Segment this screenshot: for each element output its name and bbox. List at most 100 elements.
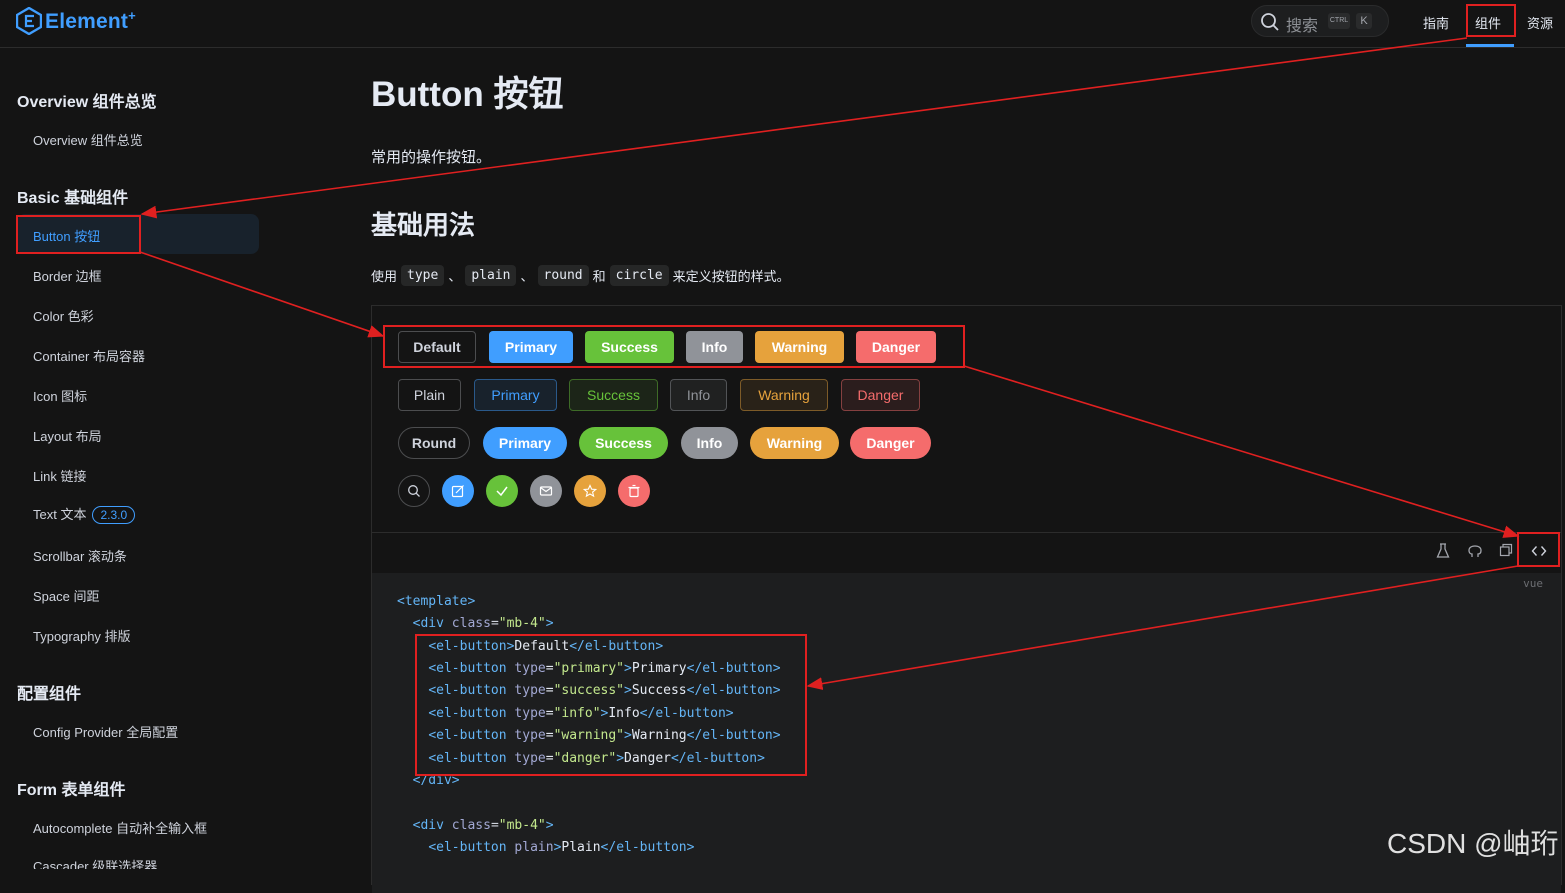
code-viewer: vue <template> <div class="mb-4"> <el-bu… [372, 573, 1561, 893]
usage-prefix: 使用 [371, 269, 398, 284]
usage-sep: 、 [448, 269, 462, 284]
sidebar-item-autocomplete[interactable]: Autocomplete 自动补全输入框 [33, 818, 207, 837]
github-icon[interactable] [1467, 543, 1483, 564]
code-line: </div> [412, 773, 460, 788]
kbd-k: K [1356, 13, 1372, 29]
sidebar-item-button[interactable]: Button 按钮 [33, 226, 100, 245]
round-warning-button[interactable]: Warning [750, 427, 839, 459]
search-placeholder: 搜索 [1286, 18, 1319, 35]
round-button[interactable]: Round [398, 427, 470, 459]
warning-button[interactable]: Warning [755, 331, 844, 363]
plain-primary-button[interactable]: Primary [474, 379, 557, 411]
code-line: <el-button type="danger">Danger</el-butt… [428, 751, 765, 766]
usage-sep: 、 [520, 269, 534, 284]
sidebar-item-cascader[interactable]: Cascader 级联选择器 [33, 856, 157, 869]
sidebar-item-text-label: Text 文本 [33, 507, 87, 522]
plain-success-button[interactable]: Success [569, 379, 658, 411]
csdn-watermark: CSDN @岫珩 [1387, 828, 1559, 859]
circle-star-button[interactable] [574, 475, 606, 507]
page-title: Button 按钮 [371, 75, 564, 114]
sidebar-item-typography[interactable]: Typography 排版 [33, 626, 131, 645]
demo-block: Default Primary Success Info Warning Dan… [371, 305, 1562, 893]
usage-suffix: 来定义按钮的样式。 [672, 269, 790, 284]
section-title: 基础用法 [371, 210, 476, 240]
demo-toolbar [372, 532, 1561, 572]
code-line: <el-button type="warning">Warning</el-bu… [428, 728, 781, 743]
circle-delete-button[interactable] [618, 475, 650, 507]
star-icon [583, 484, 597, 498]
annotation-arrow [140, 37, 1468, 219]
code-line: <el-button type="info">Info</el-button> [428, 706, 734, 721]
sidebar-item-container[interactable]: Container 布局容器 [33, 346, 145, 365]
check-icon [496, 486, 508, 497]
round-primary-button[interactable]: Primary [483, 427, 567, 459]
nav-guide[interactable]: 指南 [1423, 13, 1449, 32]
sidebar-item-text[interactable]: Text 文本 2.3.0 [33, 504, 136, 524]
view-source-icon[interactable] [1531, 543, 1547, 564]
sidebar: Overview 组件总览 Overview 组件总览 Basic 基础组件 B… [0, 48, 270, 869]
code-language-label: vue [1523, 577, 1543, 590]
nav-active-indicator [1466, 44, 1514, 47]
search-icon [408, 485, 420, 497]
version-badge: 2.3.0 [92, 506, 136, 524]
plain-button[interactable]: Plain [398, 379, 461, 411]
info-button[interactable]: Info [686, 331, 743, 363]
sidebar-item-border[interactable]: Border 边框 [33, 266, 102, 285]
kbd-ctrl: CTRL [1328, 13, 1350, 29]
sidebar-group-form: Form 表单组件 [17, 782, 126, 799]
search-box[interactable]: 搜索 CTRL K [1251, 5, 1389, 37]
circle-edit-button[interactable] [442, 475, 474, 507]
page-description: 常用的操作按钮。 [371, 149, 492, 166]
code-line: <el-button>Default</el-button> [428, 639, 664, 654]
primary-button[interactable]: Primary [489, 331, 573, 363]
code-round: round [537, 265, 589, 286]
sidebar-item-link[interactable]: Link 链接 [33, 466, 86, 485]
code-line: <el-button type="success">Success</el-bu… [428, 683, 781, 698]
nav-component[interactable]: 组件 [1475, 13, 1501, 32]
code-line: <div class="mb-4"> [412, 616, 554, 631]
sidebar-item-config-provider[interactable]: Config Provider 全局配置 [33, 722, 178, 741]
sidebar-item-color[interactable]: Color 色彩 [33, 306, 94, 325]
search-icon [1261, 13, 1279, 31]
circle-search-button[interactable] [398, 475, 430, 507]
round-danger-button[interactable]: Danger [850, 427, 931, 459]
sidebar-item-icon[interactable]: Icon 图标 [33, 386, 87, 405]
sidebar-group-overview: Overview 组件总览 [17, 94, 157, 111]
sidebar-group-basic: Basic 基础组件 [17, 190, 129, 207]
top-header: Element+ 搜索 CTRL K 指南 组件 资源 [0, 0, 1565, 48]
code-type: type [401, 265, 445, 286]
copy-icon[interactable] [1499, 543, 1513, 562]
code-line: <div class="mb-4"> [412, 818, 554, 833]
usage-text: 使用 type 、 plain 、 round 和 circle 来定义按钮的样… [371, 265, 790, 286]
demo-preview: Default Primary Success Info Warning Dan… [372, 306, 1561, 533]
playground-icon[interactable] [1436, 543, 1450, 564]
delete-icon [628, 484, 640, 498]
sidebar-item-space[interactable]: Space 间距 [33, 586, 99, 605]
sidebar-item-layout[interactable]: Layout 布局 [33, 426, 102, 445]
sidebar-item-overview[interactable]: Overview 组件总览 [33, 130, 143, 149]
code-circle: circle [609, 265, 669, 286]
code-line: <el-button type="primary">Primary</el-bu… [428, 661, 781, 676]
usage-and: 和 [592, 269, 606, 284]
sidebar-group-config: 配置组件 [17, 686, 82, 703]
message-icon [539, 486, 553, 496]
round-success-button[interactable]: Success [579, 427, 668, 459]
circle-message-button[interactable] [530, 475, 562, 507]
round-info-button[interactable]: Info [681, 427, 738, 459]
success-button[interactable]: Success [585, 331, 674, 363]
plain-warning-button[interactable]: Warning [740, 379, 828, 411]
default-button[interactable]: Default [398, 331, 476, 363]
sidebar-item-scrollbar[interactable]: Scrollbar 滚动条 [33, 546, 127, 565]
logo-text: Element+ [45, 8, 136, 33]
edit-icon [451, 485, 464, 498]
circle-check-button[interactable] [486, 475, 518, 507]
element-logo-icon [16, 7, 42, 35]
nav-resource[interactable]: 资源 [1527, 13, 1553, 32]
element-logo[interactable]: Element+ [16, 7, 136, 35]
plain-info-button[interactable]: Info [670, 379, 727, 411]
plain-danger-button[interactable]: Danger [841, 379, 920, 411]
code-line: <template> [397, 594, 476, 609]
code-line: <el-button plain>Plain</el-button> [428, 840, 695, 855]
code-plain: plain [465, 265, 517, 286]
danger-button[interactable]: Danger [856, 331, 936, 363]
